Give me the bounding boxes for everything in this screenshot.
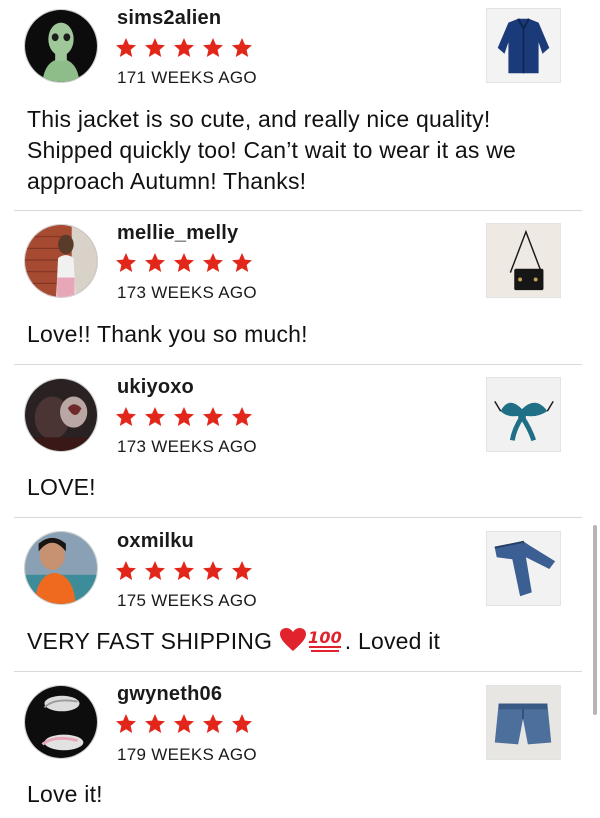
star-icon bbox=[145, 561, 165, 580]
review-text-before: VERY FAST SHIPPING bbox=[27, 628, 279, 654]
svg-text:100: 100 bbox=[308, 628, 342, 647]
review-text: This jacket is so cute, and really nice … bbox=[27, 106, 517, 194]
denim-shorts-photo[interactable] bbox=[486, 685, 561, 760]
sneakers-avatar[interactable] bbox=[24, 685, 98, 759]
star-icon bbox=[174, 253, 194, 272]
star-icon bbox=[116, 253, 136, 272]
star-rating bbox=[114, 36, 254, 60]
reviewer-username[interactable]: gwyneth06 bbox=[117, 683, 222, 706]
review-divider bbox=[14, 364, 582, 365]
star-icon bbox=[203, 561, 223, 580]
red-heart-emoji bbox=[279, 628, 306, 651]
review-timestamp: 171 WEEKS AGO bbox=[117, 68, 257, 87]
scrollbar[interactable] bbox=[593, 525, 597, 715]
star-icon bbox=[145, 38, 165, 57]
review-text: Love!! Thank you so much! bbox=[27, 321, 308, 347]
reviewer-username[interactable]: ukiyoxo bbox=[117, 376, 194, 399]
person-orange-top-avatar[interactable] bbox=[24, 531, 98, 605]
star-icon bbox=[145, 714, 165, 733]
blue-jacket-photo[interactable] bbox=[486, 8, 561, 83]
review-timestamp: 173 WEEKS AGO bbox=[117, 437, 257, 456]
star-rating bbox=[114, 251, 254, 275]
review-divider bbox=[14, 517, 582, 518]
review-text: VERY FAST SHIPPING 100. Loved it bbox=[27, 625, 572, 657]
star-icon bbox=[232, 714, 252, 733]
review-timestamp: 173 WEEKS AGO bbox=[117, 283, 257, 302]
star-icon bbox=[232, 253, 252, 272]
star-icon bbox=[203, 714, 223, 733]
review-text-after: . Loved it bbox=[344, 628, 441, 654]
star-icon bbox=[232, 407, 252, 426]
star-icon bbox=[203, 253, 223, 272]
star-icon bbox=[116, 561, 136, 580]
star-icon bbox=[232, 561, 252, 580]
review-divider bbox=[14, 671, 582, 672]
jeans-photo[interactable] bbox=[486, 531, 561, 606]
star-rating bbox=[114, 559, 254, 583]
review-text: Love it! bbox=[27, 781, 103, 807]
star-rating bbox=[114, 405, 254, 429]
reviews-list: sims2alien 171 WEEKS AGO This jacket is … bbox=[0, 0, 600, 818]
reviewer-username[interactable]: oxmilku bbox=[117, 530, 194, 553]
alien-avatar[interactable] bbox=[24, 9, 98, 83]
star-icon bbox=[116, 407, 136, 426]
star-icon bbox=[145, 253, 165, 272]
teal-bra-photo[interactable] bbox=[486, 377, 561, 452]
black-handbag-photo[interactable] bbox=[486, 223, 561, 298]
star-icon bbox=[116, 38, 136, 57]
review-timestamp: 175 WEEKS AGO bbox=[117, 591, 257, 610]
star-icon bbox=[174, 38, 194, 57]
star-rating bbox=[114, 712, 254, 736]
star-icon bbox=[203, 38, 223, 57]
star-icon bbox=[232, 38, 252, 57]
person-brick-wall-avatar[interactable] bbox=[24, 224, 98, 298]
reviewer-username[interactable]: mellie_melly bbox=[117, 222, 238, 245]
hundred-points-emoji: 100 bbox=[308, 628, 342, 652]
star-icon bbox=[116, 714, 136, 733]
star-icon bbox=[145, 407, 165, 426]
review-timestamp: 179 WEEKS AGO bbox=[117, 745, 257, 764]
star-icon bbox=[203, 407, 223, 426]
dark-portrait-avatar[interactable] bbox=[24, 378, 98, 452]
review-text: LOVE! bbox=[27, 474, 96, 500]
reviewer-username[interactable]: sims2alien bbox=[117, 7, 221, 30]
review-divider bbox=[14, 210, 582, 211]
star-icon bbox=[174, 561, 194, 580]
star-icon bbox=[174, 407, 194, 426]
star-icon bbox=[174, 714, 194, 733]
